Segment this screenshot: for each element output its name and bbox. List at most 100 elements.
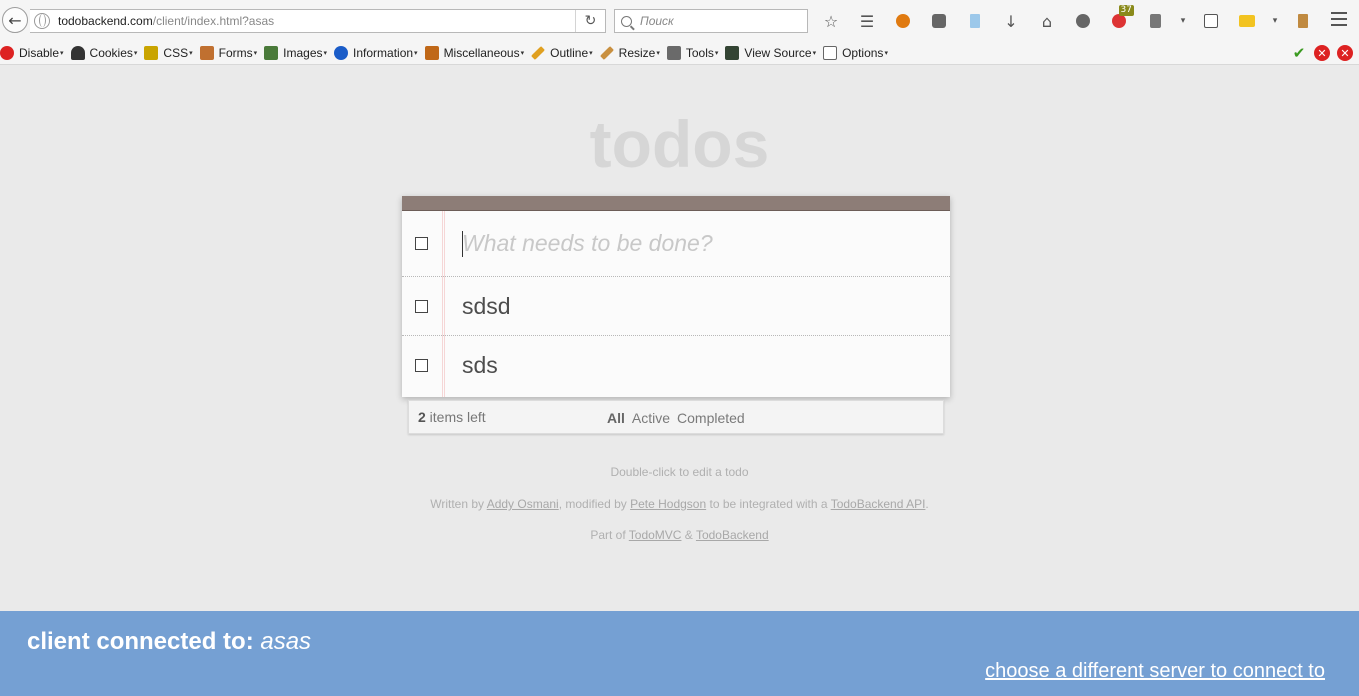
bookmark-star-icon[interactable]: ☆: [818, 9, 844, 33]
browser-navbar: ← todobackend.com/client/index.html?asas…: [0, 0, 1359, 41]
back-arrow-icon[interactable]: ←: [2, 7, 28, 33]
server-status: client connected to: asas: [27, 628, 311, 656]
devbar-item-resize[interactable]: Resize ▾: [599, 45, 660, 60]
server-bar: client connected to: asas choose a diffe…: [0, 611, 1359, 696]
todo-count-number: 2: [418, 409, 426, 425]
modifier-link[interactable]: Pete Hodgson: [630, 497, 706, 511]
information-icon: [334, 45, 349, 60]
reload-icon[interactable]: ↻: [575, 10, 605, 32]
devbar-item-label: CSS: [163, 45, 189, 60]
api-link[interactable]: TodoBackend API: [831, 497, 926, 511]
chevron-down-icon: ▾: [812, 49, 817, 57]
miscellaneous-icon: [424, 45, 439, 60]
part-of-text: &: [681, 528, 696, 542]
web-developer-toolbar: Disable ▾ Cookies ▾ CSS ▾ Forms ▾ Images ▾ In…: [0, 41, 1359, 65]
devbar-item-label: View Source: [744, 45, 812, 60]
todo-count: 2 items left: [418, 409, 486, 425]
filter-active[interactable]: Active: [632, 410, 670, 426]
home-icon[interactable]: ⌂: [1034, 9, 1060, 33]
avatar-icon[interactable]: [890, 9, 916, 33]
folder-icon[interactable]: [1234, 9, 1260, 33]
todo-label[interactable]: sdsd: [462, 293, 511, 320]
devbar-item-cookies[interactable]: Cookies ▾: [70, 45, 138, 60]
devbar-item-label: Disable: [19, 45, 60, 60]
devbar-item-label: Information: [353, 45, 414, 60]
devbar-item-information[interactable]: Information ▾: [334, 45, 418, 60]
devbar-item-disable[interactable]: Disable ▾: [0, 45, 64, 60]
resize-icon: [599, 45, 614, 60]
download-icon[interactable]: ↓: [998, 9, 1024, 33]
forms-icon: [199, 45, 214, 60]
text-caret: [462, 231, 463, 257]
todo-card: What needs to be done? sdsd sds: [402, 196, 950, 397]
server-label: client connected to:: [27, 628, 261, 655]
new-todo-input[interactable]: What needs to be done?: [462, 230, 713, 257]
author-link[interactable]: Addy Osmani: [487, 497, 559, 511]
dropdown-icon[interactable]: ▾: [1270, 9, 1280, 33]
todo-footer: 2 items left All Active Completed: [408, 400, 944, 434]
url-text[interactable]: todobackend.com/client/index.html?asas: [58, 14, 274, 28]
chevron-down-icon: ▾: [253, 49, 258, 57]
url-path: /client/index.html?asas: [152, 14, 275, 28]
devbar-item-label: Forms: [218, 45, 253, 60]
dropdown-icon[interactable]: ▾: [1178, 9, 1188, 33]
s-icon[interactable]: [1198, 9, 1224, 33]
devbar-item-forms[interactable]: Forms ▾: [199, 45, 258, 60]
devbar-item-label: Miscellaneous: [443, 45, 520, 60]
chevron-down-icon: ▾: [520, 49, 525, 57]
pocket-icon[interactable]: [926, 9, 952, 33]
todo-toggle-checkbox[interactable]: [415, 299, 428, 313]
new-todo-row: What needs to be done?: [402, 211, 950, 277]
todo-item[interactable]: sds: [402, 336, 950, 395]
chevron-down-icon: ▾: [589, 49, 593, 57]
chat-icon[interactable]: [1070, 9, 1096, 33]
filter-all[interactable]: All: [607, 410, 625, 426]
url-host: todobackend.com: [58, 14, 153, 28]
devbar-item-label: Outline: [550, 45, 589, 60]
reading-list-icon[interactable]: ☰: [854, 9, 880, 33]
chevron-down-icon: ▾: [60, 49, 64, 57]
devbar-item-miscellaneous[interactable]: Miscellaneous ▾: [424, 45, 525, 60]
devbar-item-css[interactable]: CSS ▾: [144, 45, 193, 60]
notifications-icon[interactable]: 37: [1106, 5, 1134, 33]
chevron-down-icon: ▾: [133, 49, 138, 57]
todobackend-link[interactable]: TodoBackend: [696, 528, 769, 542]
devbar-status-icons: ✔ ✕ ✕: [1284, 44, 1353, 62]
part-of-text: Part of: [590, 528, 629, 542]
devbar-item-options[interactable]: Options ▾: [823, 45, 888, 60]
todo-label[interactable]: sds: [462, 352, 498, 379]
view-source-icon: [725, 45, 740, 60]
bookmarks-icon[interactable]: [962, 9, 988, 33]
book-icon[interactable]: [1290, 9, 1316, 33]
devbar-item-label: Options: [842, 45, 884, 60]
todo-item[interactable]: sdsd: [402, 277, 950, 336]
todomvc-link[interactable]: TodoMVC: [629, 528, 682, 542]
globe-icon: [34, 13, 50, 29]
chevron-down-icon: ▾: [714, 49, 719, 57]
todo-toggle-checkbox[interactable]: [415, 359, 428, 372]
part-of: Part of TodoMVC & TodoBackend: [0, 528, 1359, 542]
devbar-item-label: Tools: [685, 45, 714, 60]
devbar-item-images[interactable]: Images ▾: [264, 45, 327, 60]
search-icon: [621, 15, 632, 27]
search-bar[interactable]: Поиск: [614, 9, 808, 33]
error-icon[interactable]: ✕: [1314, 45, 1330, 61]
cookies-icon: [70, 45, 85, 60]
notification-badge: 37: [1118, 5, 1134, 16]
css-icon: [144, 45, 159, 60]
credits-text: Written by: [430, 497, 487, 511]
credits-text: .: [925, 497, 929, 511]
devbar-item-outline[interactable]: Outline ▾: [531, 46, 593, 60]
check-icon[interactable]: ✔: [1291, 44, 1307, 62]
hamburger-menu-icon[interactable]: [1331, 12, 1347, 26]
devbar-item-tools[interactable]: Tools ▾: [666, 45, 719, 60]
filter-completed[interactable]: Completed: [677, 410, 745, 426]
change-server-link[interactable]: choose a different server to connect to: [985, 660, 1325, 683]
options-icon: [823, 45, 838, 60]
url-bar[interactable]: todobackend.com/client/index.html?asas ↻: [30, 9, 606, 33]
toggle-all-checkbox[interactable]: [415, 237, 428, 250]
clipboard-icon[interactable]: [1142, 9, 1168, 33]
devbar-item-view-source[interactable]: View Source ▾: [725, 45, 817, 60]
close-icon[interactable]: ✕: [1337, 45, 1353, 61]
devbar-item-label: Cookies: [89, 45, 133, 60]
